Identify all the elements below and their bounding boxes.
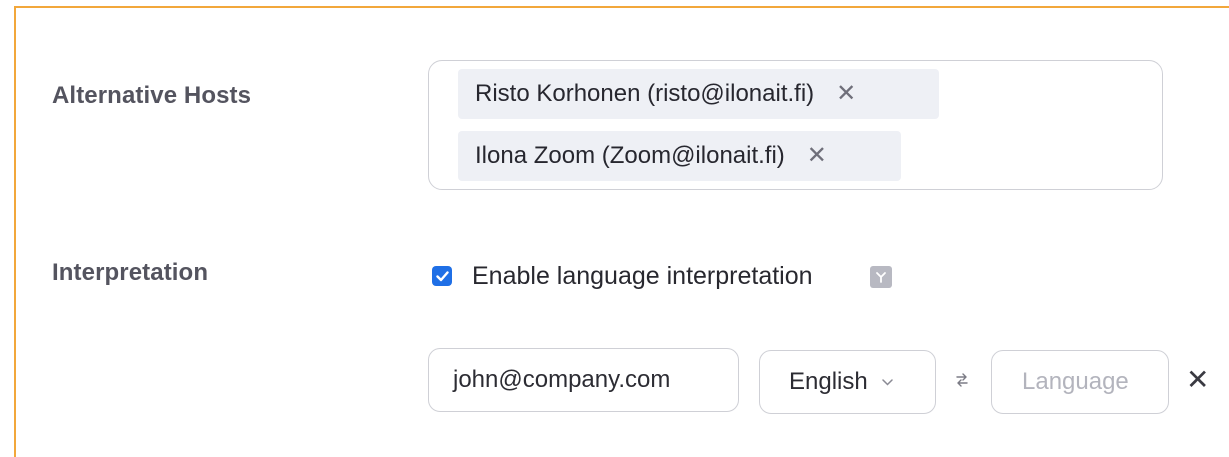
host-chip-label: Risto Korhonen (risto@ilonait.fi) <box>475 80 815 107</box>
host-chip: Risto Korhonen (risto@ilonait.fi) ✕ <box>458 69 939 119</box>
swap-icon <box>955 372 969 393</box>
help-icon[interactable] <box>870 266 892 288</box>
language-to-select[interactable]: Language <box>991 350 1169 414</box>
language-to-placeholder: Language <box>1022 368 1129 395</box>
checkmark-icon <box>435 270 449 281</box>
close-icon[interactable]: ✕ <box>836 82 856 106</box>
alternative-hosts-label: Alternative Hosts <box>52 82 252 109</box>
chevron-down-icon <box>881 378 893 386</box>
host-chip-label: Ilona Zoom (Zoom@ilonait.fi) <box>475 142 785 169</box>
remove-interpreter-icon[interactable]: ✕ <box>1186 366 1209 394</box>
interpretation-label: Interpretation <box>52 259 209 286</box>
close-icon[interactable]: ✕ <box>807 144 827 168</box>
language-from-select[interactable]: English <box>759 350 936 414</box>
interpreter-email-input[interactable]: john@company.com <box>428 348 739 412</box>
interpreter-email-value: john@company.com <box>453 366 671 393</box>
enable-interpretation-label[interactable]: Enable language interpretation <box>472 262 813 291</box>
enable-interpretation-checkbox[interactable] <box>432 266 452 286</box>
language-from-value: English <box>789 368 868 395</box>
host-chip: Ilona Zoom (Zoom@ilonait.fi) ✕ <box>458 131 901 181</box>
